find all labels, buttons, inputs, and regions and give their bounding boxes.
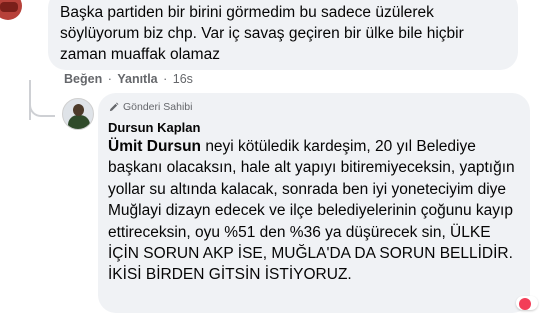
comment-actions: Beğen · Yanıtla · 16s (64, 72, 193, 86)
comment-text: Başka partiden bir birini görmedim bu sa… (60, 4, 464, 63)
reply-button[interactable]: Yanıtla (117, 72, 157, 86)
mention-link[interactable]: Ümit Dursun (108, 138, 201, 155)
comment-timestamp[interactable]: 16s (173, 72, 193, 86)
reply-author-name[interactable]: Dursun Kaplan (108, 120, 200, 135)
action-separator: · (107, 72, 112, 86)
reply-bubble: Gönderi Sahibi Dursun Kaplan Ümit Dursun… (98, 93, 530, 313)
action-separator: · (163, 72, 168, 86)
comment-bubble: Başka partiden bir birini görmedim bu sa… (48, 0, 518, 70)
heart-reaction-icon[interactable] (516, 296, 538, 310)
reply-text-block: Ümit Dursun neyi kötüledik kardeşim, 20 … (108, 136, 522, 286)
post-owner-badge: Gönderi Sahibi (108, 101, 192, 113)
commenter-avatar[interactable] (0, 0, 22, 20)
reply-text: neyi kötüledik kardeşim, 20 yıl Belediye… (108, 138, 515, 284)
thread-connector-curve (29, 93, 55, 117)
post-owner-label: Gönderi Sahibi (123, 101, 193, 113)
pencil-icon (108, 102, 119, 113)
reply-author-avatar[interactable] (62, 98, 94, 130)
like-button[interactable]: Beğen (64, 72, 102, 86)
